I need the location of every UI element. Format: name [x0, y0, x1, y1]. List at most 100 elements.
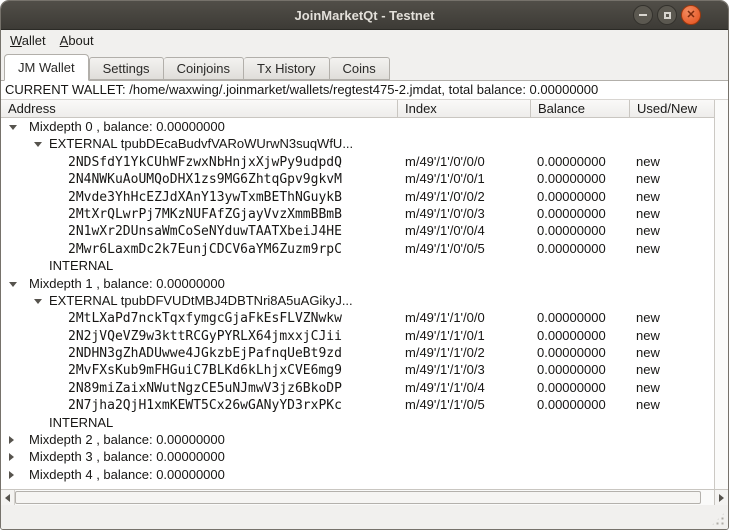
branch-row[interactable]: EXTERNAL tpubDFVUDtMBJ4DBTNri8A5uAGikyJ.…: [1, 292, 714, 309]
mixdepth-row[interactable]: Mixdepth 4 , balance: 0.00000000: [1, 466, 714, 483]
mixdepth-row[interactable]: Mixdepth 2 , balance: 0.00000000: [1, 431, 714, 448]
cell-status: new: [630, 222, 714, 239]
tab-coinjoins[interactable]: Coinjoins: [164, 57, 244, 80]
cell-status: new: [630, 379, 714, 396]
row-label: EXTERNAL tpubDFVUDtMBJ4DBTNri8A5uAGikyJ.…: [49, 293, 353, 308]
cell-balance: 0.00000000: [531, 396, 630, 413]
cell-address: Mixdepth 2 , balance: 0.00000000: [1, 431, 398, 448]
expand-arrow-icon[interactable]: [9, 471, 14, 479]
address-text: 2N89miZaixNWutNgzCE5uNJmwV3jz6BkoDP: [68, 381, 342, 396]
address-row[interactable]: 2N4NWKuAoUMQoDHX1zs9MG6ZhtqGpv9gkvMm/49'…: [1, 170, 714, 187]
resize-grip-icon[interactable]: [711, 512, 725, 526]
tab-tx-history[interactable]: Tx History: [244, 57, 330, 80]
address-row[interactable]: 2N2jVQeVZ9w3kttRCGyPYRLX64jmxxjCJiim/49'…: [1, 327, 714, 344]
column-header-index[interactable]: Index: [398, 100, 531, 117]
cell-index: m/49'/1'/1'/0/0: [398, 309, 531, 326]
cell-status: new: [630, 170, 714, 187]
cell-index: [398, 431, 531, 448]
cell-balance: 0.00000000: [531, 222, 630, 239]
row-label: Mixdepth 2 , balance: 0.00000000: [29, 432, 225, 447]
address-row[interactable]: 2MtLXaPd7nckTqxfymgcGjaFkEsFLVZNwkwm/49'…: [1, 309, 714, 326]
cell-balance: 0.00000000: [531, 361, 630, 378]
cell-balance: [531, 431, 630, 448]
cell-balance: [531, 292, 630, 309]
address-row[interactable]: 2NDHN3gZhADUwwe4JGkzbEjPafnqUeBt9zdm/49'…: [1, 344, 714, 361]
address-row[interactable]: 2MvFXsKub9mFHGuiC7BLKd6kLhjxCVE6mg9m/49'…: [1, 361, 714, 378]
cell-status: new: [630, 327, 714, 344]
maximize-icon: [664, 12, 671, 19]
cell-balance: 0.00000000: [531, 240, 630, 257]
address-row[interactable]: 2MtXrQLwrPj7MKzNUFAfZGjayVvzXmmBBmB m/49'…: [1, 205, 714, 222]
current-wallet-banner: CURRENT WALLET: /home/waxwing/.joinmarke…: [1, 81, 728, 99]
close-button[interactable]: ✕: [681, 5, 701, 25]
address-row[interactable]: 2N7jha2QjH1xmKEWT5Cx26wGANyYD3rxPKc m/49'…: [1, 396, 714, 413]
row-label: Mixdepth 3 , balance: 0.00000000: [29, 449, 225, 464]
tab-coins[interactable]: Coins: [330, 57, 390, 80]
tab-settings[interactable]: Settings: [89, 57, 164, 80]
cell-status: [630, 135, 714, 152]
menu-item-wallet[interactable]: Wallet: [3, 30, 53, 52]
address-row[interactable]: 2N1wXr2DUnsaWmCoSeNYduwTAATXbeiJ4HEm/49'…: [1, 222, 714, 239]
window-bottom-strip: [1, 505, 728, 529]
expand-arrow-icon[interactable]: [9, 453, 14, 461]
scroll-right-button[interactable]: [714, 490, 728, 505]
address-text: 2MtXrQLwrPj7MKzNUFAfZGjayVvzXmmBBmB: [68, 207, 342, 222]
cell-balance: 0.00000000: [531, 170, 630, 187]
mixdepth-row[interactable]: Mixdepth 3 , balance: 0.00000000: [1, 448, 714, 465]
address-row[interactable]: 2Mwr6LaxmDc2k7EunjCDCV6aYM6Zuzm9rpCm/49'…: [1, 240, 714, 257]
address-text: 2Mvde3YhHcEZJdXAnY13ywTxmBEThNGuykB: [68, 190, 342, 205]
cell-address: INTERNAL: [1, 414, 398, 431]
branch-row[interactable]: INTERNAL: [1, 414, 714, 431]
address-text: 2NDSfdY1YkCUhWFzwxNbHnjxXjwPy9udpdQ: [68, 155, 342, 170]
mixdepth-row[interactable]: Mixdepth 1 , balance: 0.00000000: [1, 275, 714, 292]
address-row[interactable]: 2Mvde3YhHcEZJdXAnY13ywTxmBEThNGuykBm/49'…: [1, 188, 714, 205]
collapse-arrow-icon[interactable]: [34, 299, 42, 304]
column-header-used-new[interactable]: Used/New: [630, 100, 714, 117]
address-row[interactable]: 2N89miZaixNWutNgzCE5uNJmwV3jz6BkoDPm/49'…: [1, 379, 714, 396]
cell-address: 2MtLXaPd7nckTqxfymgcGjaFkEsFLVZNwkw: [1, 309, 398, 326]
cell-index: m/49'/1'/0'/0/3: [398, 205, 531, 222]
collapse-arrow-icon[interactable]: [9, 125, 17, 130]
scroll-left-button[interactable]: [1, 490, 15, 505]
cell-index: m/49'/1'/1'/0/2: [398, 344, 531, 361]
cell-status: new: [630, 240, 714, 257]
cell-address: EXTERNAL tpubDFVUDtMBJ4DBTNri8A5uAGikyJ.…: [1, 292, 398, 309]
cell-index: m/49'/1'/0'/0/1: [398, 170, 531, 187]
cell-index: m/49'/1'/0'/0/0: [398, 153, 531, 170]
minimize-button[interactable]: [633, 5, 653, 25]
menu-item-about[interactable]: About: [53, 30, 101, 52]
cell-balance: 0.00000000: [531, 309, 630, 326]
cell-index: m/49'/1'/0'/0/5: [398, 240, 531, 257]
collapse-arrow-icon[interactable]: [34, 142, 42, 147]
row-label: Mixdepth 0 , balance: 0.00000000: [29, 119, 225, 134]
vertical-scrollbar[interactable]: [714, 100, 728, 489]
branch-row[interactable]: EXTERNAL tpubDEcaBudvfVARoWUrwN3suqWfU..…: [1, 135, 714, 152]
cell-address: 2NDHN3gZhADUwwe4JGkzbEjPafnqUeBt9zd: [1, 344, 398, 361]
address-text: 2N7jha2QjH1xmKEWT5Cx26wGANyYD3rxPKc: [68, 398, 342, 413]
branch-row[interactable]: INTERNAL: [1, 257, 714, 274]
cell-balance: 0.00000000: [531, 205, 630, 222]
horizontal-scrollbar[interactable]: [1, 489, 728, 505]
maximize-button[interactable]: [657, 5, 677, 25]
mixdepth-row[interactable]: Mixdepth 0 , balance: 0.00000000: [1, 118, 714, 135]
address-row[interactable]: 2NDSfdY1YkCUhWFzwxNbHnjxXjwPy9udpdQ m/49'…: [1, 153, 714, 170]
titlebar[interactable]: JoinMarketQt - Testnet ✕: [1, 1, 728, 30]
cell-address: Mixdepth 1 , balance: 0.00000000: [1, 275, 398, 292]
cell-balance: [531, 466, 630, 483]
cell-balance: 0.00000000: [531, 379, 630, 396]
tab-jm-wallet[interactable]: JM Wallet: [4, 54, 89, 81]
wallet-tree: AddressIndexBalanceUsed/New Mixdepth 0 ,…: [1, 99, 728, 489]
cell-index: m/49'/1'/0'/0/4: [398, 222, 531, 239]
column-header-balance[interactable]: Balance: [531, 100, 630, 117]
row-label: INTERNAL: [49, 258, 113, 273]
horizontal-scrollbar-track[interactable]: [701, 490, 714, 505]
column-header-address[interactable]: Address: [1, 100, 398, 117]
expand-arrow-icon[interactable]: [9, 436, 14, 444]
horizontal-scrollbar-thumb[interactable]: [15, 491, 701, 504]
cell-index: m/49'/1'/1'/0/5: [398, 396, 531, 413]
cell-status: [630, 275, 714, 292]
collapse-arrow-icon[interactable]: [9, 282, 17, 287]
cell-address: 2MtXrQLwrPj7MKzNUFAfZGjayVvzXmmBBmB: [1, 205, 398, 222]
cell-status: [630, 257, 714, 274]
cell-address: Mixdepth 0 , balance: 0.00000000: [1, 118, 398, 135]
